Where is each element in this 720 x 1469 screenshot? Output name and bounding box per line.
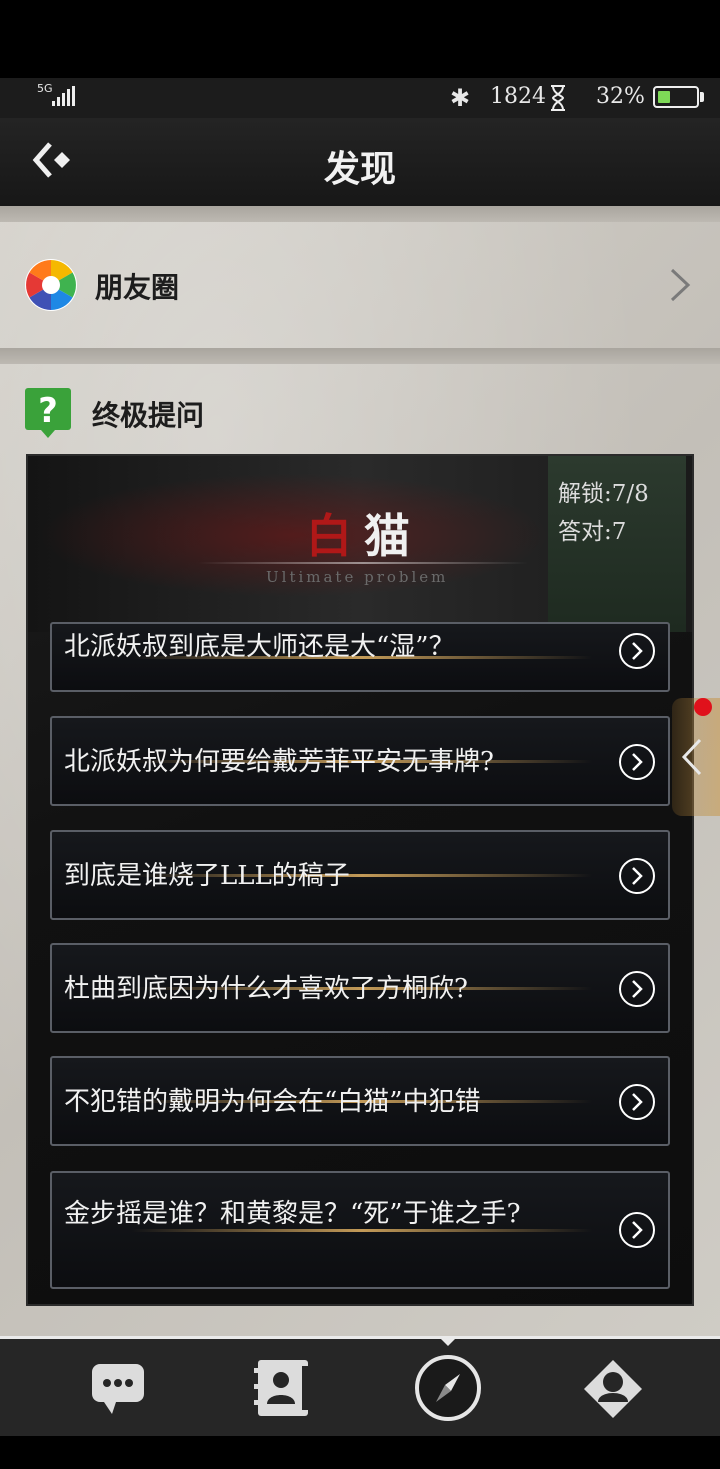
question-item[interactable]: 北派妖叔到底是大师还是大“湿”？: [50, 622, 670, 692]
unlock-count: 解锁:7/8: [558, 481, 649, 507]
question-text: 北派妖叔到底是大师还是大“湿”？: [64, 632, 455, 662]
notification-dot: [694, 698, 712, 716]
question-panel: 白 猫 Ultimate problem 解锁:7/8 答对:7 北派妖叔到底是…: [26, 454, 694, 1306]
arrow-circle-icon[interactable]: [618, 632, 656, 670]
bluetooth-icon: ✱: [450, 84, 471, 112]
battery-icon: [653, 86, 699, 108]
banner-line: [198, 562, 528, 564]
chevron-left-icon[interactable]: [678, 736, 704, 778]
question-bubble-icon: ?: [25, 388, 71, 438]
battery-percent: 32%: [596, 84, 645, 109]
compass-icon[interactable]: [414, 1354, 482, 1422]
active-tab-indicator: [438, 1336, 458, 1346]
network-type: 5G: [37, 82, 53, 95]
banner-subtitle: Ultimate problem: [266, 568, 449, 586]
arrow-circle-icon[interactable]: [618, 970, 656, 1008]
divider: [0, 206, 720, 222]
nav-bar: 发现: [0, 118, 720, 208]
correct-count: 答对:7: [558, 519, 627, 545]
banner-title-white-char: 白: [306, 509, 352, 563]
signal-icon: [52, 86, 75, 106]
status-bar: 5G ✱ 1824 32%: [0, 78, 720, 118]
page-title: 发现: [323, 148, 396, 190]
banner-title-cat-char: 猫: [364, 509, 410, 563]
arrow-circle-icon[interactable]: [618, 743, 656, 781]
question-text: 到底是谁烧了LLL的稿子: [64, 861, 350, 891]
hourglass-icon: [551, 85, 565, 111]
arrow-circle-icon[interactable]: [618, 1083, 656, 1121]
contacts-book-icon[interactable]: [254, 1358, 312, 1418]
arrow-circle-icon[interactable]: [618, 1211, 656, 1249]
profile-diamond-icon[interactable]: [582, 1358, 644, 1420]
banner: 白 猫 Ultimate problem 解锁:7/8 答对:7: [28, 456, 692, 632]
stats-box: 解锁:7/8 答对:7: [548, 456, 686, 632]
aperture-icon: [25, 259, 77, 311]
question-text: 北派妖叔为何要给戴芳菲平安无事牌?: [64, 747, 494, 777]
step-count: 1824: [490, 84, 546, 109]
question-item[interactable]: 到底是谁烧了LLL的稿子: [50, 830, 670, 920]
question-item[interactable]: 不犯错的戴明为何会在“白猫”中犯错: [50, 1056, 670, 1146]
top-black-area: [0, 0, 720, 78]
moments-label: 朋友圈: [95, 271, 180, 304]
section-title: 终极提问: [92, 399, 205, 432]
bottom-black-area: [0, 1436, 720, 1469]
question-item[interactable]: 金步摇是谁？和黄黎是？“死”于谁之手?: [50, 1171, 670, 1289]
question-item[interactable]: 北派妖叔为何要给戴芳菲平安无事牌?: [50, 716, 670, 806]
question-text: 不犯错的戴明为何会在“白猫”中犯错: [64, 1087, 481, 1117]
arrow-circle-icon[interactable]: [618, 857, 656, 895]
svg-text:?: ?: [38, 391, 58, 431]
chat-bubble-icon[interactable]: [90, 1360, 146, 1416]
chevron-right-icon: [670, 268, 691, 302]
question-text: 金步摇是谁？和黄黎是？“死”于谁之手?: [64, 1199, 521, 1229]
question-item[interactable]: 杜曲到底因为什么才喜欢了方桐欣?: [50, 943, 670, 1033]
battery-fill: [658, 91, 670, 103]
battery-tip: [700, 92, 704, 102]
divider: [0, 348, 720, 364]
question-text: 杜曲到底因为什么才喜欢了方桐欣?: [64, 974, 468, 1004]
